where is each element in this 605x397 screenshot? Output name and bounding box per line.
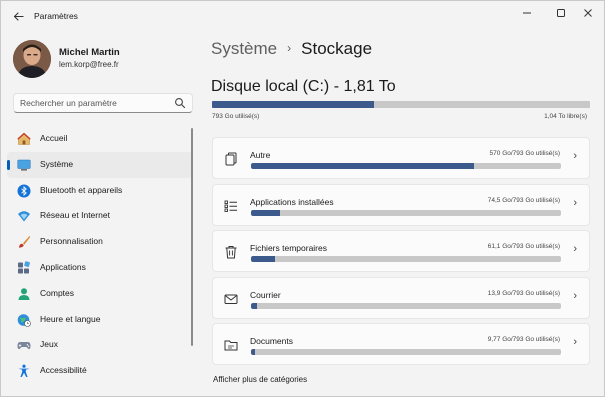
sidebar-item-label: Personnalisation (40, 236, 103, 247)
back-arrow-icon (13, 12, 24, 21)
user-name: Michel Martin (59, 47, 120, 58)
other-files-icon (225, 152, 237, 166)
system-monitor-icon (17, 159, 31, 171)
category-usage-fill (251, 209, 281, 216)
search-input[interactable] (20, 94, 170, 112)
search-icon[interactable] (174, 97, 186, 109)
chevron-right-icon: › (573, 243, 577, 255)
sidebar-item-accessibilite[interactable]: Accessibilité (7, 358, 192, 384)
category-name: Applications installées (250, 196, 334, 207)
storage-category-list: Autre 570 Go/793 Go utilisé(s) › Applica… (212, 137, 590, 370)
sidebar-item-reseau[interactable]: Réseau et Internet (7, 203, 192, 229)
mail-icon (224, 294, 238, 304)
user-photo (13, 40, 51, 78)
category-usage-fill (251, 302, 257, 309)
category-usage-fill (251, 163, 475, 169)
folder-icon (224, 340, 238, 351)
sidebar-item-jeux[interactable]: Jeux (7, 332, 192, 358)
user-email: lem.korp@free.fr (59, 60, 119, 69)
sidebar-scrollbar[interactable] (191, 128, 193, 346)
sidebar-nav: Accueil Système Bluetooth et appareils R… (7, 126, 192, 384)
sidebar-item-label: Réseau et Internet (40, 210, 110, 221)
installed-apps-icon (224, 200, 237, 212)
avatar[interactable] (13, 40, 51, 78)
category-autre[interactable]: Autre 570 Go/793 Go utilisé(s) › (212, 137, 590, 179)
sidebar-item-label: Comptes (40, 287, 75, 298)
category-size: 9,77 Go/793 Go utilisé(s) (487, 336, 560, 343)
trash-icon (225, 246, 237, 259)
category-name: Documents (250, 336, 293, 346)
network-icon (18, 211, 30, 222)
sidebar-item-label: Heure et langue (40, 313, 101, 324)
category-size: 61,1 Go/793 Go utilisé(s) (487, 243, 560, 250)
category-size: 570 Go/793 Go utilisé(s) (489, 150, 560, 157)
sidebar-item-heure-langue[interactable]: Heure et langue (7, 307, 192, 333)
gamepad-icon (17, 342, 31, 350)
globe-clock-icon (17, 313, 31, 327)
category-documents[interactable]: Documents 9,77 Go/793 Go utilisé(s) › (212, 323, 590, 365)
category-fichiers-temporaires[interactable]: Fichiers temporaires 61,1 Go/793 Go util… (212, 230, 590, 272)
disk-free-label: 1,04 To libre(s) (544, 113, 587, 120)
category-usage-fill (251, 256, 275, 262)
sidebar-item-personnalisation[interactable]: Personnalisation (7, 229, 192, 255)
sidebar-item-bluetooth[interactable]: Bluetooth et appareils (7, 178, 192, 204)
category-size: 13,9 Go/793 Go utilisé(s) (487, 289, 560, 297)
breadcrumb: Système › Stockage (211, 39, 372, 59)
chevron-right-icon: › (573, 150, 577, 162)
category-usage-bar (251, 209, 561, 216)
back-button[interactable] (9, 8, 27, 26)
page-title: Stockage (301, 39, 373, 58)
minimize-icon (523, 12, 531, 14)
category-name: Courrier (250, 289, 281, 300)
category-usage-fill (251, 349, 255, 355)
accessibility-icon (18, 364, 30, 378)
disk-usage-fill (212, 101, 374, 108)
account-icon (18, 288, 30, 300)
category-courrier[interactable]: Courrier 13,9 Go/793 Go utilisé(s) › (212, 276, 590, 319)
disk-usage-bar (212, 101, 590, 108)
active-indicator (7, 159, 10, 170)
sidebar-item-label: Accueil (40, 133, 68, 143)
sidebar-item-applications[interactable]: Applications (7, 255, 192, 281)
close-button[interactable] (571, 1, 604, 25)
category-name: Autre (250, 150, 271, 160)
sidebar-item-label: Système (40, 158, 74, 169)
breadcrumb-separator-icon: › (287, 41, 292, 55)
sidebar-item-comptes[interactable]: Comptes (7, 281, 192, 307)
sidebar-item-accueil[interactable]: Accueil (7, 126, 192, 152)
bluetooth-icon (17, 184, 31, 198)
close-icon (584, 9, 592, 17)
category-usage-bar (251, 302, 561, 309)
maximize-icon (557, 9, 565, 17)
category-name: Fichiers temporaires (250, 243, 327, 253)
chevron-right-icon: › (573, 196, 577, 209)
category-applications-installees[interactable]: Applications installées 74,5 Go/793 Go u… (212, 183, 590, 226)
home-icon (17, 132, 31, 145)
search-box[interactable] (13, 93, 193, 113)
chevron-right-icon: › (573, 289, 577, 302)
disk-used-label: 793 Go utilisé(s) (212, 113, 260, 120)
apps-icon (18, 261, 30, 274)
app-title: Paramètres (34, 11, 78, 21)
sidebar-item-label: Bluetooth et appareils (40, 184, 123, 195)
minimize-button[interactable] (510, 1, 544, 25)
brush-icon (19, 236, 31, 248)
category-size: 74,5 Go/793 Go utilisé(s) (487, 196, 560, 204)
category-usage-bar (251, 349, 561, 355)
chevron-right-icon: › (573, 336, 577, 348)
disk-title: Disque local (C:) - 1,81 To (211, 78, 396, 95)
category-usage-bar (251, 163, 561, 169)
category-usage-bar (251, 256, 561, 262)
sidebar-item-label: Jeux (40, 339, 58, 350)
title-bar: Paramètres (1, 1, 604, 33)
settings-window: Paramètres Michel Martin lem.korp@free.f… (0, 0, 605, 397)
sidebar-item-label: Accessibilité (40, 365, 87, 376)
breadcrumb-parent[interactable]: Système (211, 39, 277, 58)
show-more-categories-link[interactable]: Afficher plus de catégories (213, 375, 307, 384)
sidebar-item-systeme[interactable]: Système (7, 151, 192, 178)
sidebar-item-label: Applications (40, 261, 86, 272)
